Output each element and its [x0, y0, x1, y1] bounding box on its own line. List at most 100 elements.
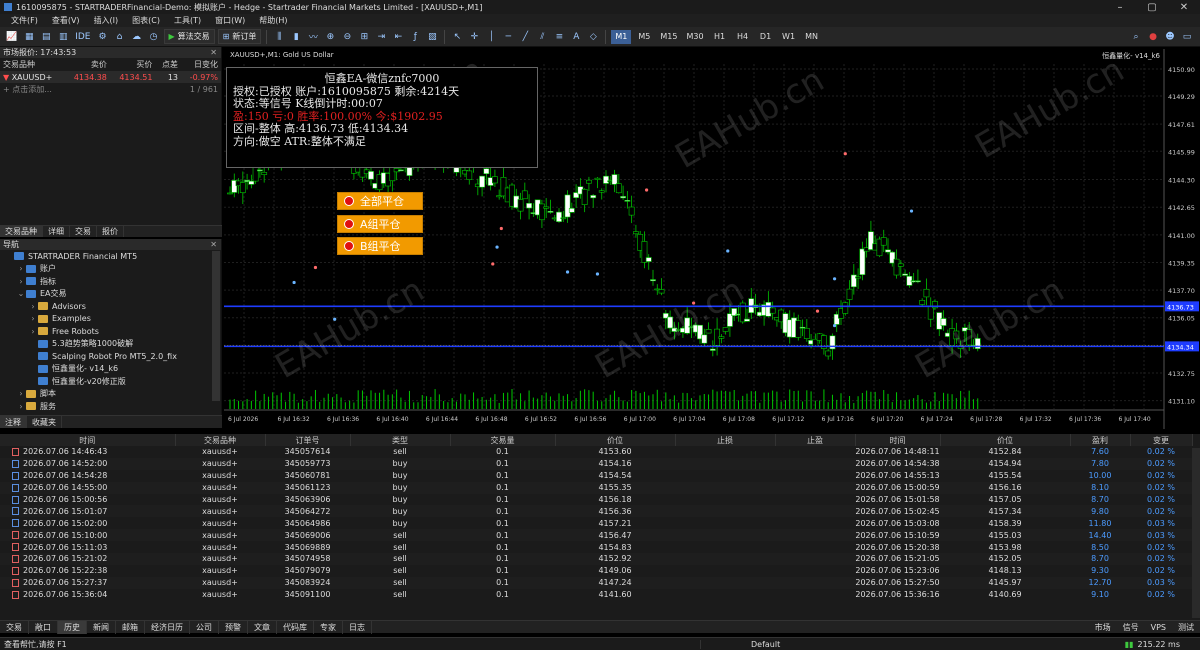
tf-d1[interactable]: D1 — [756, 30, 776, 44]
toolbox-tab[interactable]: 邮箱 — [116, 620, 145, 634]
close-group-a-button[interactable]: A组平仓 — [337, 215, 423, 233]
table-row[interactable]: 2026.07.06 14:55:00 xauusd+ 345061123 buy 0.… — [0, 481, 1192, 494]
menu-file[interactable]: 文件(F) — [4, 15, 45, 26]
nav-item[interactable]: 恒鑫量化-v20修正版 — [0, 375, 221, 388]
nav-item[interactable]: Scalping Robot Pro MT5_2.0_fix — [0, 350, 221, 363]
ide-button[interactable]: IDE — [73, 30, 92, 44]
toolbox-tab[interactable]: 日志 — [343, 620, 372, 634]
table-row[interactable]: 2026.07.06 15:36:04 xauusd+ 345091100 sell 0… — [0, 589, 1192, 601]
add-symbol-row[interactable]: + 点击添加... 1 / 961 — [0, 83, 221, 96]
indicators-icon[interactable]: ƒ — [408, 30, 422, 44]
menu-help[interactable]: 帮助(H) — [252, 15, 294, 26]
cursor-icon[interactable]: ↖ — [450, 30, 464, 44]
tf-w1[interactable]: W1 — [779, 30, 799, 44]
tab-details[interactable]: 详细 — [43, 226, 70, 237]
toolbox-right-tab[interactable]: VPS — [1145, 621, 1172, 634]
nav-item[interactable]: › 服务 — [0, 400, 221, 413]
navigator-scrollbar[interactable] — [212, 251, 220, 401]
chart-type-icon[interactable]: 📈 — [4, 30, 19, 44]
tab-trading[interactable]: 交易 — [70, 226, 97, 237]
close-icon[interactable]: ✕ — [1168, 0, 1200, 14]
zoom-out-icon[interactable]: ⊖ — [340, 30, 354, 44]
table-row[interactable]: 2026.07.06 15:21:02 xauusd+ 345074958 sell 0… — [0, 553, 1192, 565]
toolbox-tab[interactable]: 新闻 — [87, 620, 116, 634]
tab-symbols[interactable]: 交易品种 — [0, 226, 43, 237]
tab-ticks[interactable]: 报价 — [97, 226, 124, 237]
trendline-icon[interactable]: ╱ — [518, 30, 532, 44]
column-header[interactable]: 变更 — [1130, 434, 1193, 446]
table-row[interactable]: 2026.07.06 14:54:28 xauusd+ 345060781 buy 0.… — [0, 470, 1192, 482]
nav-item[interactable]: › 指标 — [0, 275, 221, 288]
nav-item[interactable]: › 账户 — [0, 263, 221, 276]
notifications-icon[interactable]: ● — [1146, 30, 1160, 44]
toolbox-right-tab[interactable]: 信号 — [1117, 621, 1145, 634]
toolbox-tab[interactable]: 文章 — [248, 620, 277, 634]
column-header[interactable]: 时间 — [0, 434, 176, 446]
nav-item[interactable]: 5.3趋势策略1000破解 — [0, 338, 221, 351]
strategy-icon[interactable]: ⚙ — [96, 30, 110, 44]
menu-window[interactable]: 窗口(W) — [208, 15, 252, 26]
horizontal-line-icon[interactable]: ─ — [501, 30, 515, 44]
table-row[interactable]: 2026.07.06 15:00:56 xauusd+ 345063906 buy 0.… — [0, 494, 1192, 506]
market-watch-icon[interactable]: ▥ — [56, 30, 70, 44]
column-header[interactable]: 类型 — [350, 434, 451, 446]
tf-h4[interactable]: H4 — [733, 30, 753, 44]
history-scrollbar[interactable] — [1192, 448, 1200, 618]
signals-icon[interactable]: ⌂ — [113, 30, 127, 44]
toolbox-tab[interactable]: 预警 — [219, 620, 248, 634]
candle-chart-icon[interactable]: ▮ — [289, 30, 303, 44]
toolbox-tab[interactable]: 交易 — [0, 620, 29, 634]
menu-chart[interactable]: 图表(C) — [125, 15, 167, 26]
expand-icon[interactable]: › — [28, 302, 38, 311]
tf-m1[interactable]: M1 — [611, 29, 632, 44]
tf-mn[interactable]: MN — [802, 30, 822, 44]
column-header[interactable]: 订单号 — [265, 434, 351, 446]
price-chart[interactable]: 4150.90 4149.29 4147.61 4145.99 4144.30 4142.… — [224, 49, 1200, 429]
chat-icon[interactable]: ▭ — [1180, 30, 1194, 44]
chart-shift-icon[interactable]: ⇤ — [391, 30, 405, 44]
table-row[interactable]: 2026.07.06 14:52:00 xauusd+ 345059773 buy 0.… — [0, 457, 1192, 470]
tab-common[interactable]: 注释 — [0, 416, 27, 428]
nav-item[interactable]: ⌄ EA交易 — [0, 288, 221, 301]
history-icon[interactable]: ◷ — [147, 30, 161, 44]
table-row[interactable]: 2026.07.06 15:02:00 xauusd+ 345064986 buy 0.… — [0, 517, 1192, 529]
nav-item[interactable]: STARTRADER Financial MT5 — [0, 250, 221, 263]
tf-m15[interactable]: M15 — [657, 30, 680, 44]
text-icon[interactable]: A — [569, 30, 583, 44]
nav-item[interactable]: › Examples — [0, 313, 221, 326]
column-header[interactable]: 止盈 — [775, 434, 856, 446]
toolbox-tab[interactable]: 代码库 — [277, 620, 314, 634]
column-header[interactable]: 交易品种 — [175, 434, 266, 446]
toolbox-right-tab[interactable]: 测试 — [1172, 621, 1200, 634]
table-row[interactable]: 2026.07.06 15:11:03 xauusd+ 345069889 sell 0… — [0, 541, 1192, 553]
table-row[interactable]: 2026.07.06 14:46:43 xauusd+ 345057614 sell 0… — [0, 446, 1192, 458]
minimize-icon[interactable]: – — [1104, 0, 1136, 14]
table-row[interactable]: ▼ XAUUSD+ 4134.38 4134.51 13 -0.97% — [0, 71, 221, 83]
table-row[interactable]: 2026.07.06 15:01:07 xauusd+ 345064272 buy 0.… — [0, 505, 1192, 518]
crosshair-icon[interactable]: ✛ — [467, 30, 481, 44]
column-header[interactable]: 盈利 — [1070, 434, 1131, 446]
column-header[interactable]: 价位 — [940, 434, 1071, 446]
nav-item[interactable]: › Advisors — [0, 300, 221, 313]
expand-icon[interactable]: › — [16, 389, 26, 398]
channel-icon[interactable]: ⫽ — [535, 30, 549, 44]
shapes-icon[interactable]: ◇ — [586, 30, 600, 44]
account-icon[interactable]: ☻ — [1163, 30, 1177, 44]
table-row[interactable]: 2026.07.06 15:22:38 xauusd+ 345079079 sell 0… — [0, 565, 1192, 577]
tf-m5[interactable]: M5 — [634, 30, 654, 44]
table-row[interactable]: 2026.07.06 15:27:37 xauusd+ 345083924 sell 0… — [0, 576, 1192, 589]
tf-h1[interactable]: H1 — [710, 30, 730, 44]
search-icon[interactable]: ⌕ — [1129, 30, 1143, 44]
autoscroll-icon[interactable]: ⇥ — [374, 30, 388, 44]
close-icon[interactable]: ✕ — [210, 240, 221, 249]
menu-tools[interactable]: 工具(T) — [167, 15, 208, 26]
templates-icon[interactable]: ▧ — [425, 30, 439, 44]
nav-item[interactable]: › 脚本 — [0, 388, 221, 401]
new-chart-icon[interactable]: ▦ — [22, 30, 36, 44]
toolbox-tab[interactable]: 公司 — [190, 620, 219, 634]
nav-item[interactable]: › Free Robots — [0, 325, 221, 338]
fibonacci-icon[interactable]: ≡ — [552, 30, 566, 44]
tab-favorites[interactable]: 收藏夹 — [27, 416, 62, 428]
vps-icon[interactable]: ☁ — [130, 30, 144, 44]
expand-icon[interactable]: › — [28, 314, 38, 323]
